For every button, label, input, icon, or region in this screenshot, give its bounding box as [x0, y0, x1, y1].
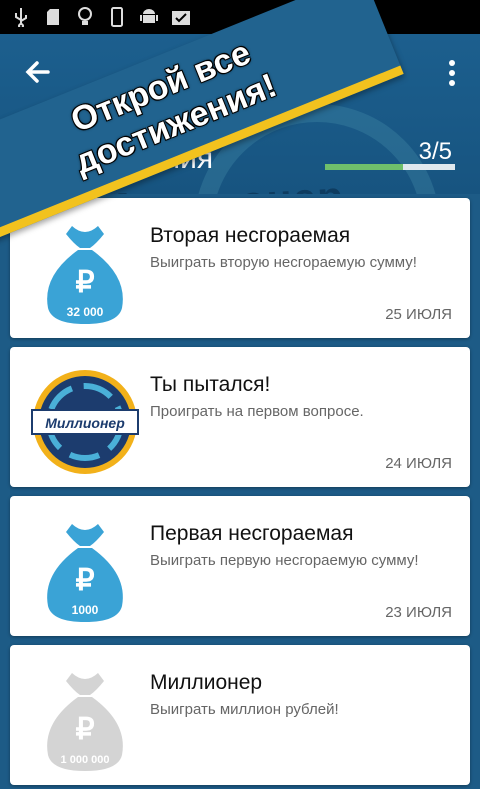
- achievement-title: Вторая несгораемая: [150, 224, 351, 247]
- arrow-left-icon: [25, 61, 50, 83]
- back-button[interactable]: [22, 56, 54, 88]
- achievement-title: Первая несгораемая: [150, 522, 354, 545]
- svg-text:₽: ₽: [75, 713, 94, 746]
- overflow-menu-button[interactable]: [446, 58, 458, 88]
- money-bag-locked-icon: ₽ 1 000 000: [30, 665, 140, 775]
- money-bag-icon: ₽ 32 000: [30, 218, 140, 328]
- sd-card-icon: [42, 6, 64, 28]
- achievement-date: 25 ИЮЛЯ: [385, 306, 452, 323]
- millionaire-logo-icon: Миллионер: [30, 367, 140, 477]
- lightbulb-icon: [74, 6, 96, 28]
- achievement-description: Выиграть вторую несгораемую сумму!: [150, 254, 417, 271]
- achievement-description: Выиграть миллион рублей!: [150, 701, 339, 718]
- achievement-description: Проиграть на первом вопросе.: [150, 403, 364, 420]
- phone-icon: [106, 6, 128, 28]
- achievement-progress-text: 3/5: [418, 138, 452, 165]
- money-bag-icon: ₽ 1000: [30, 516, 140, 626]
- android-icon: [138, 6, 160, 28]
- achievement-title: Миллионер: [150, 671, 263, 694]
- bag-amount-label: 32 000: [67, 305, 104, 319]
- achievement-progress-fill: [325, 164, 403, 170]
- logo-text: Миллионер: [45, 415, 125, 431]
- clipboard-check-icon: [170, 6, 192, 28]
- usb-icon: [10, 6, 32, 28]
- achievement-progress-bar: [325, 164, 455, 170]
- bag-amount-label: 1 000 000: [61, 754, 110, 766]
- achievement-card[interactable]: ₽ 1000 Первая несгораемая Выиграть перву…: [10, 496, 470, 636]
- achievement-card[interactable]: Миллионер Ты пытался! Проиграть на перво…: [10, 347, 470, 487]
- achievement-date: 23 ИЮЛЯ: [385, 604, 452, 621]
- achievement-description: Выиграть первую несгораемую сумму!: [150, 552, 419, 569]
- svg-text:₽: ₽: [75, 266, 94, 299]
- achievement-title: Ты пытался!: [150, 373, 271, 396]
- more-vert-icon: [449, 60, 455, 86]
- achievement-card[interactable]: ₽ 32 000 Вторая несгораемая Выиграть вто…: [10, 198, 470, 338]
- bag-amount-label: 1000: [72, 603, 99, 617]
- svg-text:₽: ₽: [75, 564, 94, 597]
- achievement-date: 24 ИЮЛЯ: [385, 455, 452, 472]
- achievement-card-locked[interactable]: ₽ 1 000 000 Миллионер Выиграть миллион р…: [10, 645, 470, 785]
